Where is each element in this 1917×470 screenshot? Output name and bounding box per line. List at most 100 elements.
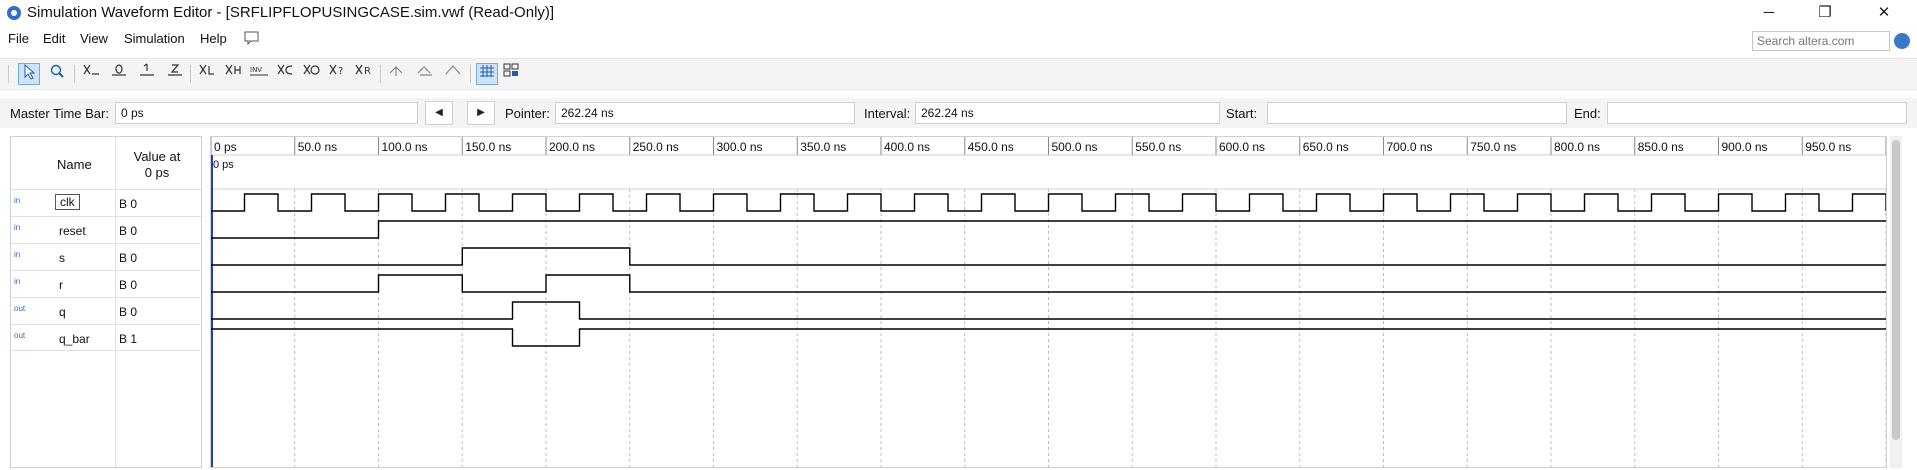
pointer-arrow-icon [24,63,36,80]
svg-text:?: ? [338,66,343,77]
window-title: Simulation Waveform Editor - [SRFLIPFLOP… [27,4,555,21]
input-pin-icon: in [14,196,20,205]
forcing-high-icon [140,63,154,76]
restore-button[interactable]: ❐ [1802,0,1848,26]
globe-icon[interactable] [1894,33,1910,49]
time-tick-label: 400.0 ns [884,140,930,154]
high-impedance-icon [168,64,182,76]
signal-value: B 0 [119,224,138,238]
toolbar-separator [380,65,381,83]
time-tick-label: 200.0 ns [549,140,595,154]
app-icon [7,6,21,20]
forcing-high-button[interactable] [136,63,158,85]
weak-low-icon [199,64,214,75]
toolbar-separator [190,65,191,83]
grid-button[interactable] [476,63,498,85]
input-pin-icon: in [14,250,20,259]
start-field[interactable] [1267,102,1567,124]
menu-view[interactable]: View [80,31,108,46]
time-tick-label: 100.0 ns [382,140,428,154]
menu-edit[interactable]: Edit [43,31,65,46]
signal-row-q[interactable]: out q B 0 [11,297,201,324]
signal-value: B 1 [119,332,138,346]
signal-row-q-bar[interactable]: out q_bar B 1 [11,324,201,351]
signal-row-s[interactable]: in s B 0 [11,243,201,270]
time-tick-label: 300.0 ns [717,140,763,154]
snap-to-grid-button[interactable] [386,63,408,85]
count-value-button[interactable] [274,63,296,85]
close-button[interactable]: ✕ [1861,0,1907,26]
interval-label: Interval: [864,106,911,121]
pin-direction: out [14,304,26,313]
count-value-icon [277,64,293,75]
vertical-scrollbar[interactable] [1890,136,1902,468]
time-tick-label: 900.0 ns [1722,140,1768,154]
input-pin-icon: in [14,277,20,286]
random-value-button[interactable]: R [352,63,374,85]
weak-low-button[interactable] [196,63,218,85]
forcing-low-button[interactable] [108,63,130,85]
forcing-unknown-icon [83,64,99,75]
signal-name[interactable]: reset [59,224,86,238]
menu-help[interactable]: Help [200,31,227,46]
master-time-bar-field[interactable]: 0 ps [115,102,418,124]
time-tick-label: 600.0 ns [1219,140,1265,154]
signal-name[interactable]: q [59,305,66,319]
signal-value: B 0 [119,251,138,265]
weak-high-button[interactable] [222,63,244,85]
scrollbar-thumb[interactable] [1892,140,1900,440]
feedback-icon[interactable] [244,31,260,45]
high-impedance-button[interactable] [164,63,186,85]
time-tick-label: 350.0 ns [800,140,846,154]
input-pin-icon: in [14,223,20,232]
output-pin-icon: out [14,331,25,340]
master-marker-label: 0 ps [213,159,234,171]
title-bar: Simulation Waveform Editor - [SRFLIPFLOP… [0,0,1917,26]
align-button[interactable] [414,63,436,85]
overwrite-button[interactable] [442,63,464,85]
pin-direction: in [14,277,21,286]
value-column-header: Value at 0 ps [117,149,197,181]
waveform-canvas[interactable]: 0 ps 50.0 ns 100.0 ns 150.0 ns 200.0 ns 250.0… [210,137,1917,467]
next-transition-button[interactable]: ▶ [467,101,495,125]
end-field[interactable] [1607,102,1907,124]
forcing-unknown-button[interactable] [80,63,102,85]
selection-tool-button[interactable] [18,63,40,85]
invert-button[interactable]: INV [248,63,270,85]
signal-row-clk[interactable]: in clk B 0 [11,189,201,216]
group-button[interactable] [500,63,522,85]
time-tick-label: 650.0 ns [1303,140,1349,154]
time-tick-label: 750.0 ns [1470,140,1516,154]
arbitrary-value-button[interactable]: ? [326,63,348,85]
signal-value: B 0 [119,197,138,211]
menu-file[interactable]: File [8,31,29,46]
zoom-tool-button[interactable] [46,63,68,85]
signal-name[interactable]: r [59,278,63,292]
weak-high-icon [225,64,241,75]
minimize-button[interactable]: ─ [1746,0,1792,26]
signal-row-r[interactable]: in r B 0 [11,270,201,297]
time-tick-label: 550.0 ns [1135,140,1181,154]
previous-transition-button[interactable]: ◀ [425,101,453,125]
waveform-r [211,274,1886,293]
forcing-low-icon [112,64,126,76]
menu-simulation[interactable]: Simulation [124,31,185,46]
signal-row-reset[interactable]: in reset B 0 [11,216,201,243]
signal-name[interactable]: q_bar [59,332,90,346]
waveform-pane[interactable]: 0 ps 50.0 ns 100.0 ns 150.0 ns 200.0 ns 250.0… [210,136,1917,468]
pointer-label: Pointer: [505,106,550,121]
pin-direction: in [14,196,21,205]
time-tick-label: 850.0 ns [1638,140,1684,154]
signal-name[interactable]: s [59,251,65,265]
clock-value-icon [303,64,320,75]
search-input[interactable] [1752,31,1890,51]
signal-value: B 0 [119,278,138,292]
random-value-icon: R [355,64,371,77]
svg-text:INV: INV [250,66,262,74]
pin-direction: in [14,250,21,259]
toolbar-separator [470,65,471,83]
clock-value-button[interactable] [300,63,322,85]
signal-name[interactable]: clk [55,194,80,210]
overwrite-icon [445,65,461,75]
toolbar-separator [74,65,75,83]
